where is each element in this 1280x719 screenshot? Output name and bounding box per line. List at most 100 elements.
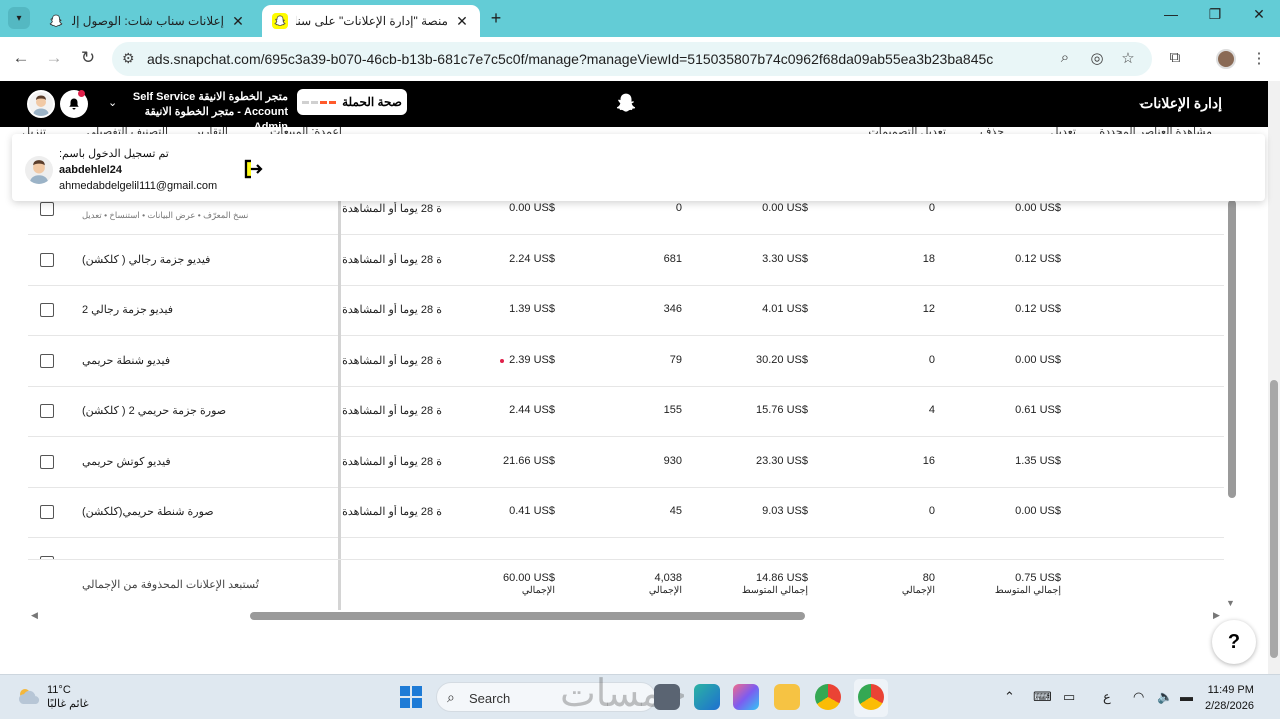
ad-name[interactable]: فيديو شنطة حريمي: [82, 354, 332, 367]
minimize-icon[interactable]: —: [1156, 6, 1186, 22]
row-checkbox[interactable]: [40, 455, 54, 469]
table-row[interactable]: صورة شنطة حريمي(كلكشن) ة 28 يوما أو المش…: [28, 487, 1224, 538]
row-checkbox[interactable]: [40, 303, 54, 317]
temperature: 11°C: [47, 684, 71, 696]
chevron-down-icon[interactable]: ⌄: [1137, 96, 1146, 109]
row-checkbox[interactable]: [40, 202, 54, 216]
cost-per-swipe-cell: 1.35 US$: [1015, 455, 1061, 467]
table-row[interactable]: صورة جزمة حريمي 2 ( كلكشن) ة 28 يوما أو …: [28, 386, 1224, 437]
tray-overflow-icon[interactable]: ⌃: [1004, 689, 1015, 705]
row-actions[interactable]: نسخ المعرّف • عرض البيانات • استنساخ • ت…: [82, 210, 248, 221]
user-email: ahmedabdelgelil111@gmail.com: [59, 180, 218, 192]
volume-icon[interactable]: 🔈: [1157, 689, 1173, 705]
spend-cell: 21.66 US$: [503, 455, 555, 467]
taskbar-search-label: Search: [469, 691, 511, 706]
scroll-left-arrow-icon[interactable]: ◀: [31, 610, 38, 621]
table-row[interactable]: فيديو جزمة رجالي 2 ة 28 يوما أو المشاهدة…: [28, 285, 1224, 336]
url-text[interactable]: ads.snapchat.com/695c3a39-b070-46cb-b13b…: [147, 51, 993, 67]
total-swipes: 80: [922, 572, 935, 584]
ad-name[interactable]: فيديو جزمة رجالي 2: [82, 303, 332, 316]
system-clock[interactable]: 11:49 PM 2/28/2026: [1205, 682, 1254, 714]
chevron-down-icon[interactable]: ⌄: [108, 96, 117, 109]
spend-cell: 2.44 US$: [509, 404, 555, 416]
help-icon[interactable]: ?: [1212, 620, 1256, 664]
tab-close-icon[interactable]: ✕: [230, 13, 246, 30]
edge-icon[interactable]: [694, 684, 720, 710]
cost-per-swipe-cell: 0.00 US$: [1015, 354, 1061, 366]
cost-per-swipe-cell: 0.12 US$: [1015, 303, 1061, 315]
address-bar[interactable]: ⚙ ads.snapchat.com/695c3a39-b070-46cb-b1…: [112, 42, 1152, 76]
chrome-profile-icon[interactable]: [858, 684, 884, 710]
site-info-icon[interactable]: ⚙: [122, 50, 135, 67]
ads-manager-menu[interactable]: إدارة الإعلانات: [1140, 95, 1222, 112]
spend-cell: 2.39 US$: [509, 354, 555, 366]
weather-widget[interactable]: 11°C غائم غالبًا: [47, 683, 89, 711]
ad-name[interactable]: صورة شنطة حريمي(كلكشن): [82, 505, 332, 518]
file-explorer-icon[interactable]: [774, 684, 800, 710]
impressions-cell: 346: [663, 303, 682, 315]
row-checkbox[interactable]: [40, 354, 54, 368]
zoom-icon[interactable]: ⌕: [1055, 49, 1075, 66]
tab-ads-manager[interactable]: منصة "إدارة الإعلانات" على سناب ✕: [262, 5, 480, 37]
input-language[interactable]: ع: [1103, 689, 1111, 705]
wifi-icon[interactable]: ◠: [1133, 689, 1144, 705]
ecpm-cell: 3.30 US$: [762, 253, 808, 265]
swipes-cell: 0: [928, 202, 935, 214]
table-row[interactable]: فيديو شنطة حريمي ة 28 يوما أو المشاهدة ل…: [28, 336, 1224, 387]
user-avatar[interactable]: [27, 90, 55, 118]
table-vertical-scroll-thumb[interactable]: [1228, 200, 1236, 498]
reload-icon[interactable]: ↻: [77, 48, 99, 68]
cost-per-swipe-cell: 0.00 US$: [1015, 202, 1061, 214]
ecpm-cell: 4.01 US$: [762, 303, 808, 315]
new-tab-button[interactable]: +: [486, 8, 506, 29]
row-checkbox[interactable]: [40, 404, 54, 418]
windows-taskbar: 11°C غائم غالبًا ⌕ Search خمسات ⌃ ⌨ ▭ ع …: [0, 673, 1280, 719]
scroll-right-arrow-icon[interactable]: ▶: [1213, 610, 1220, 621]
campaign-health-button[interactable]: صحة الحملة: [297, 89, 407, 115]
bookmark-star-icon[interactable]: ☆: [1118, 49, 1138, 67]
ecpm-cell: 9.03 US$: [762, 505, 808, 517]
back-icon[interactable]: ←: [10, 48, 32, 68]
keyboard-icon[interactable]: ⌨: [1033, 689, 1052, 705]
horizontal-scroll-thumb[interactable]: [250, 612, 805, 620]
eye-off-icon[interactable]: ◎: [1087, 49, 1107, 67]
snapchat-ghost-icon: [48, 13, 64, 29]
tab-title: منصة "إدارة الإعلانات" على سناب: [296, 14, 448, 28]
swipes-cell: 12: [922, 303, 935, 315]
row-checkbox[interactable]: [40, 505, 54, 519]
notification-badge: [78, 90, 85, 97]
snapchat-logo-icon[interactable]: [614, 92, 638, 116]
extensions-icon[interactable]: ⧉: [1164, 49, 1186, 66]
browser-menu-icon[interactable]: ⋮: [1248, 49, 1270, 67]
page-scroll-thumb[interactable]: [1270, 380, 1278, 658]
total-spend-label: الإجمالي: [521, 585, 555, 596]
weather-cloud-icon[interactable]: [16, 685, 42, 707]
chrome-icon[interactable]: [815, 684, 841, 710]
row-checkbox[interactable]: [40, 253, 54, 267]
copilot-icon[interactable]: [733, 684, 759, 710]
ad-name[interactable]: صورة جزمة حريمي 2 ( كلكشن): [82, 404, 332, 417]
ecpm-cell: 0.00 US$: [762, 202, 808, 214]
tab-close-icon[interactable]: ✕: [454, 13, 470, 30]
tab-search-icon[interactable]: ▾: [8, 7, 30, 29]
logged-in-label: تم تسجيل الدخول باسم:: [59, 148, 169, 160]
tab-snap-ads-info[interactable]: إعلانات سناب شات: الوصول إلى ✕: [38, 5, 256, 37]
attribution-cell: ة 28 يوما أو المشاهدة ل: [340, 405, 442, 417]
ad-name[interactable]: فيديو كوتش حريمي: [82, 455, 332, 468]
ecpm-cell: 23.30 US$: [756, 455, 808, 467]
logout-icon[interactable]: [242, 158, 264, 180]
battery-icon[interactable]: ▬: [1180, 689, 1193, 704]
table-row[interactable]: فيديو جزمة رجالي ( كلكشن) ة 28 يوما أو ا…: [28, 235, 1224, 286]
restore-icon[interactable]: ❐: [1200, 6, 1230, 23]
scroll-down-arrow-icon[interactable]: ▼: [1226, 598, 1235, 608]
table-row[interactable]: فيديو كوتش حريمي ة 28 يوما أو المشاهدة ل…: [28, 437, 1224, 488]
profile-avatar[interactable]: [1216, 49, 1236, 69]
attribution-cell: ة 28 يوما أو المشاهدة ل: [340, 254, 442, 266]
forward-icon[interactable]: →: [43, 48, 65, 68]
windows-start-icon[interactable]: [400, 686, 422, 708]
display-icon[interactable]: ▭: [1063, 689, 1075, 705]
close-window-icon[interactable]: ✕: [1244, 6, 1274, 23]
table-row[interactable]: [28, 538, 1224, 559]
ad-name[interactable]: فيديو جزمة رجالي ( كلكشن): [82, 253, 332, 266]
task-view-icon[interactable]: [654, 684, 680, 710]
